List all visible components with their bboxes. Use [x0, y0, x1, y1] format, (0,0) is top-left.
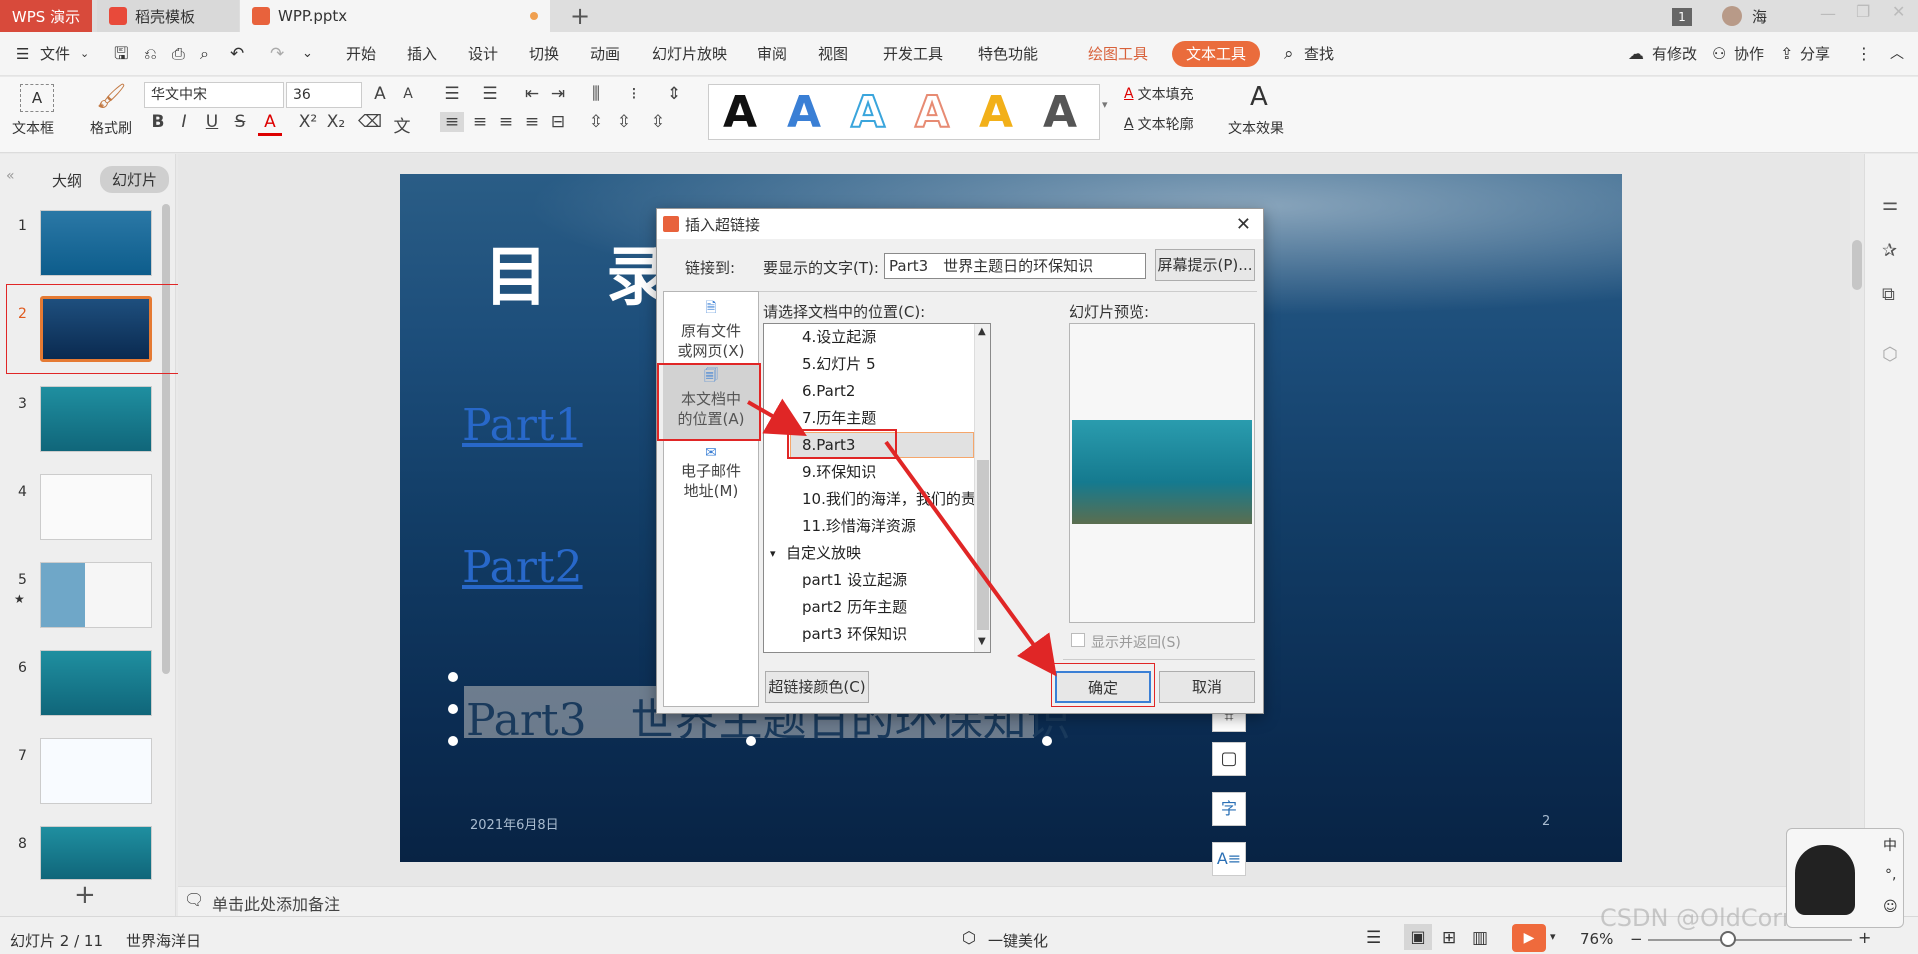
annotation-arrows [747, 398, 1057, 677]
arrow-item-to-ok [884, 440, 1057, 677]
arrow-nav-to-item [747, 398, 807, 436]
